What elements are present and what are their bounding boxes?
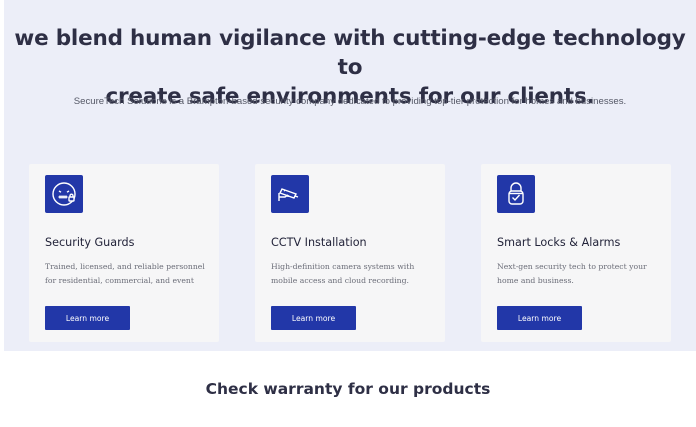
service-card-description-line-2: home and business. [497, 275, 574, 285]
service-card-description-line-1: High-definition camera systems with [271, 262, 415, 271]
service-card-description-line-2: for residential, commercial, and event [45, 275, 194, 285]
learn-more-button-smart-locks-alarms[interactable]: Learn more [497, 306, 582, 330]
service-card-description-line-2: mobile access and cloud recording. [271, 275, 409, 285]
service-card-description: Trained, licensed, and reliable personne… [45, 260, 213, 287]
service-card-title: Smart Locks & Alarms [497, 236, 621, 249]
service-card-description-line-1: Trained, licensed, and reliable personne… [45, 262, 205, 271]
hero-section: we blend human vigilance with cutting-ed… [4, 0, 696, 351]
service-card-cctv-installation: CCTV Installation High-definition camera… [255, 164, 445, 342]
service-card-description-line-1: Next-gen security tech to protect your [497, 262, 647, 271]
service-card-description: Next-gen security tech to protect your h… [497, 260, 665, 287]
hero-headline-line-1: we blend human vigilance with cutting-ed… [14, 26, 686, 80]
service-card-security-guards: Security Guards Trained, licensed, and r… [29, 164, 219, 342]
learn-more-button-security-guards[interactable]: Learn more [45, 306, 130, 330]
hero-subtitle: SecureTech Solutions is a Brampton-based… [73, 96, 627, 107]
smart-lock-icon [497, 175, 535, 213]
service-card-title: Security Guards [45, 236, 135, 249]
learn-more-button-cctv-installation[interactable]: Learn more [271, 306, 356, 330]
service-card-description: High-definition camera systems with mobi… [271, 260, 439, 287]
security-guard-face-icon [45, 175, 83, 213]
service-card-title: CCTV Installation [271, 236, 367, 249]
cctv-camera-icon [271, 175, 309, 213]
warranty-heading: Check warranty for our products [205, 380, 491, 398]
service-card-smart-locks-alarms: Smart Locks & Alarms Next-gen security t… [481, 164, 671, 342]
